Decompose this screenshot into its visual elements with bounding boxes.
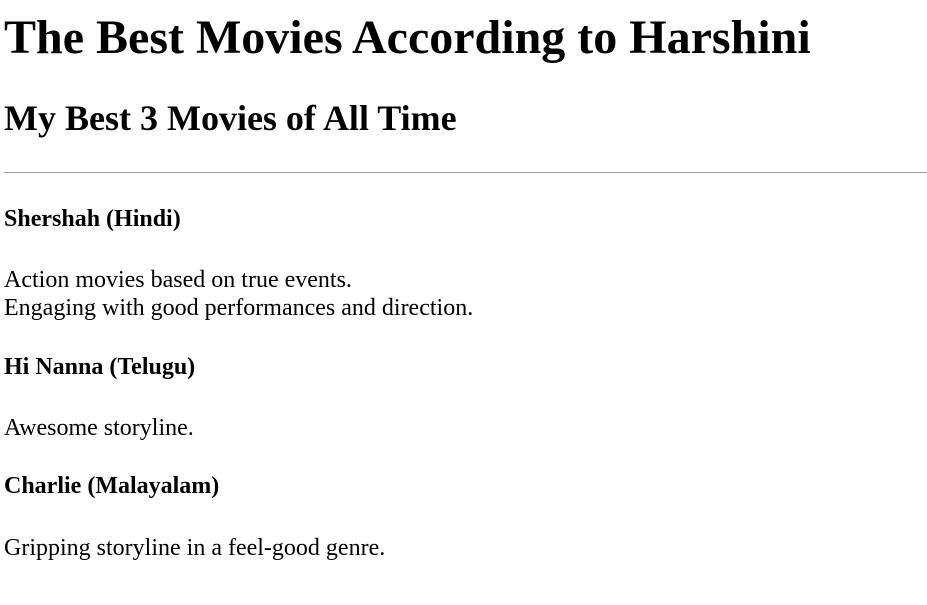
movie-description-line: Awesome storyline.	[4, 415, 194, 441]
movie-description-line: Gripping storyline in a feel-good genre.	[4, 535, 386, 561]
movie-title-charlie: Charlie (Malayalam)	[4, 473, 220, 499]
movie-title-hi-nanna: Hi Nanna (Telugu)	[4, 354, 196, 380]
page-subtitle: My Best 3 Movies of All Time	[4, 98, 457, 138]
movie-title-shershah: Shershah (Hindi)	[4, 206, 181, 232]
movie-description-hi-nanna: Awesome storyline.	[4, 414, 194, 442]
movie-description-charlie: Gripping storyline in a feel-good genre.	[4, 534, 385, 562]
page-title: The Best Movies According to Harshini	[4, 11, 811, 64]
divider	[4, 172, 927, 173]
movie-description-line: Engaging with good performances and dire…	[4, 295, 474, 321]
movie-description-line: Action movies based on true events.	[4, 267, 352, 293]
movie-description-shershah: Action movies based on true events. Enga…	[4, 266, 473, 322]
